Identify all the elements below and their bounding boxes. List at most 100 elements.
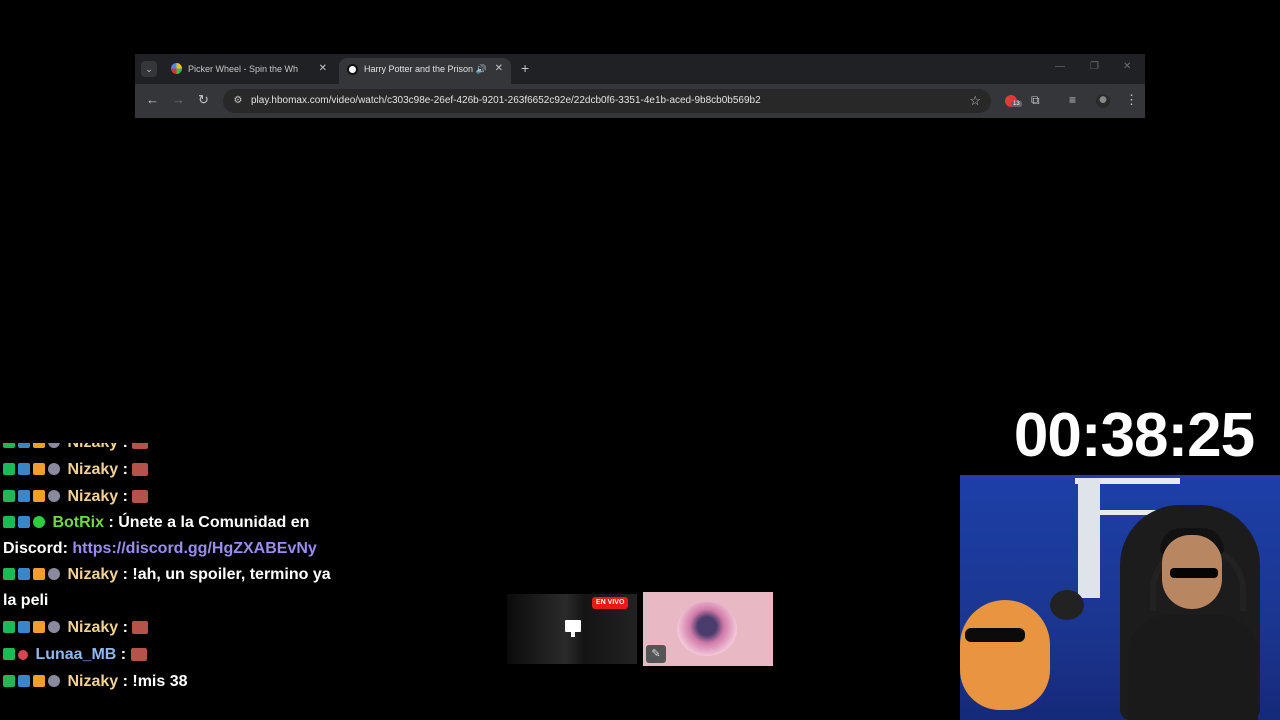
- streamer-body: [1128, 615, 1258, 720]
- hbomax-favicon-icon: [347, 64, 358, 75]
- tab-close-icon[interactable]: ✕: [495, 58, 503, 80]
- kick-badge-icon: [3, 443, 15, 448]
- subscriber-badge-icon: [18, 463, 30, 475]
- emote-icon: [132, 490, 149, 503]
- chat-message: BotRix : Únete a la Comunidad en Discord…: [3, 510, 348, 562]
- subscriber-badge-icon: [18, 443, 30, 448]
- chat-username: Nizaky: [67, 488, 119, 505]
- chat-text: !mis 38: [132, 673, 188, 690]
- discord-link[interactable]: https://discord.gg/HgZXABEvNy: [72, 540, 316, 557]
- subscriber-badge-icon: [18, 675, 30, 687]
- chat-message: Nizaky :: [3, 456, 348, 483]
- kick-badge-icon: [3, 463, 15, 475]
- microphone: [1050, 590, 1084, 620]
- kick-badge-icon: [3, 621, 15, 633]
- chat-username: Nizaky: [67, 619, 119, 636]
- subscriber-badge-icon: [18, 490, 30, 502]
- tab-search-button[interactable]: ⌄: [141, 61, 157, 77]
- monitor-stand-icon: [571, 632, 575, 637]
- chat-separator: :: [118, 488, 133, 505]
- verified-badge-icon: [33, 516, 45, 528]
- chat-message: Nizaky :: [3, 483, 348, 510]
- cat-badge-icon: [48, 443, 60, 448]
- chat-username: Lunaa_MB: [35, 646, 117, 663]
- tab-harry-potter[interactable]: Harry Potter and the Prison 🔊 ✕: [339, 58, 511, 84]
- profile-avatar[interactable]: [1096, 94, 1110, 108]
- chat-message: Nizaky :: [3, 443, 348, 456]
- kick-badge-icon: [3, 648, 15, 660]
- subscriber-badge-icon: [18, 568, 30, 580]
- chat-separator: :: [118, 443, 132, 451]
- browser-window: ⌄ Picker Wheel - Spin the Wheel t ✕ Harr…: [135, 54, 1145, 118]
- red-badge-icon: [18, 650, 28, 660]
- extension-badge: 13: [1011, 101, 1022, 107]
- chat-username: BotRix: [52, 514, 105, 531]
- subscriber-badge-icon: [18, 621, 30, 633]
- kick-badge-icon: [3, 516, 15, 528]
- reload-icon[interactable]: ↻: [198, 93, 209, 107]
- url-text[interactable]: play.hbomax.com/video/watch/c303c98e-26e…: [251, 89, 761, 113]
- extensions-puzzle-icon[interactable]: ⧉: [1031, 93, 1040, 107]
- tab-title: Picker Wheel - Spin the Wheel t: [188, 64, 298, 74]
- plush-sunglasses: [965, 628, 1025, 642]
- emote-icon: [132, 443, 149, 449]
- gift-badge-icon: [33, 621, 45, 633]
- address-bar[interactable]: ⚙ play.hbomax.com/video/watch/c303c98e-2…: [223, 89, 991, 113]
- cat-badge-icon: [48, 621, 60, 633]
- emote-icon: [132, 463, 149, 476]
- back-arrow-icon[interactable]: ←: [146, 93, 159, 107]
- chat-separator: :: [104, 514, 119, 531]
- live-badge: EN VIVO: [592, 597, 629, 609]
- gift-badge-icon: [33, 675, 45, 687]
- chat-username: Nizaky: [67, 673, 119, 690]
- site-info-icon[interactable]: ⚙: [231, 94, 245, 108]
- tab-close-icon[interactable]: ✕: [319, 58, 327, 80]
- bookmark-star-icon[interactable]: ☆: [969, 93, 981, 109]
- stream-timer: 00:38:25: [1013, 401, 1255, 470]
- kick-badge-icon: [3, 675, 15, 687]
- chat-username: Nizaky: [67, 443, 118, 451]
- monitor-icon: [565, 620, 581, 632]
- cat-badge-icon: [48, 568, 60, 580]
- profile-artwork: [677, 602, 737, 656]
- chat-separator: :: [118, 566, 133, 583]
- cat-badge-icon: [48, 490, 60, 502]
- cat-badge-icon: [48, 675, 60, 687]
- shelf-post: [1078, 478, 1100, 598]
- chat-username: Nizaky: [67, 566, 119, 583]
- chat-username: Nizaky: [67, 461, 119, 478]
- emote-icon: [130, 648, 147, 661]
- new-tab-button[interactable]: +: [521, 60, 529, 76]
- browser-toolbar: ← → ↻ ⚙ play.hbomax.com/video/watch/c303…: [135, 84, 1145, 118]
- chat-separator: :: [118, 461, 133, 478]
- mic-muted-icon[interactable]: ✎: [646, 645, 666, 663]
- chat-message: Lunaa_MB :: [3, 641, 348, 668]
- gift-badge-icon: [33, 490, 45, 502]
- emote-icon: [132, 621, 149, 634]
- close-window-icon[interactable]: ✕: [1123, 61, 1131, 72]
- chat-message: Nizaky :: [3, 614, 348, 641]
- forward-arrow-icon[interactable]: →: [172, 93, 185, 107]
- chat-message: Nizaky : !ah, un spoiler, termino ya la …: [3, 562, 348, 614]
- kick-badge-icon: [3, 568, 15, 580]
- chat-message: Nizaky : !mis 38: [3, 668, 348, 695]
- cat-badge-icon: [48, 463, 60, 475]
- chat-separator: :: [118, 673, 133, 690]
- tab-strip: ⌄ Picker Wheel - Spin the Wheel t ✕ Harr…: [135, 54, 1145, 84]
- tab-title: Harry Potter and the Prison: [364, 64, 474, 74]
- subscriber-badge-icon: [18, 516, 30, 528]
- media-control-icon[interactable]: ≡: [1069, 93, 1076, 107]
- menu-dots-icon[interactable]: ⋮: [1125, 92, 1138, 108]
- chat-separator: :: [118, 619, 133, 636]
- sunglasses: [1170, 568, 1218, 578]
- gift-badge-icon: [33, 568, 45, 580]
- audio-playing-icon[interactable]: 🔊: [476, 58, 487, 80]
- chat-separator: :: [116, 646, 131, 663]
- minimize-icon[interactable]: —: [1055, 61, 1065, 72]
- picker-wheel-favicon-icon: [171, 63, 182, 74]
- kick-badge-icon: [3, 490, 15, 502]
- gift-badge-icon: [33, 443, 45, 448]
- tab-picker-wheel[interactable]: Picker Wheel - Spin the Wheel t ✕: [163, 58, 335, 84]
- chat-overlay: Nizaky : Nizaky : Nizaky : BotRix : Únet…: [3, 443, 348, 720]
- maximize-icon[interactable]: ❐: [1090, 61, 1099, 72]
